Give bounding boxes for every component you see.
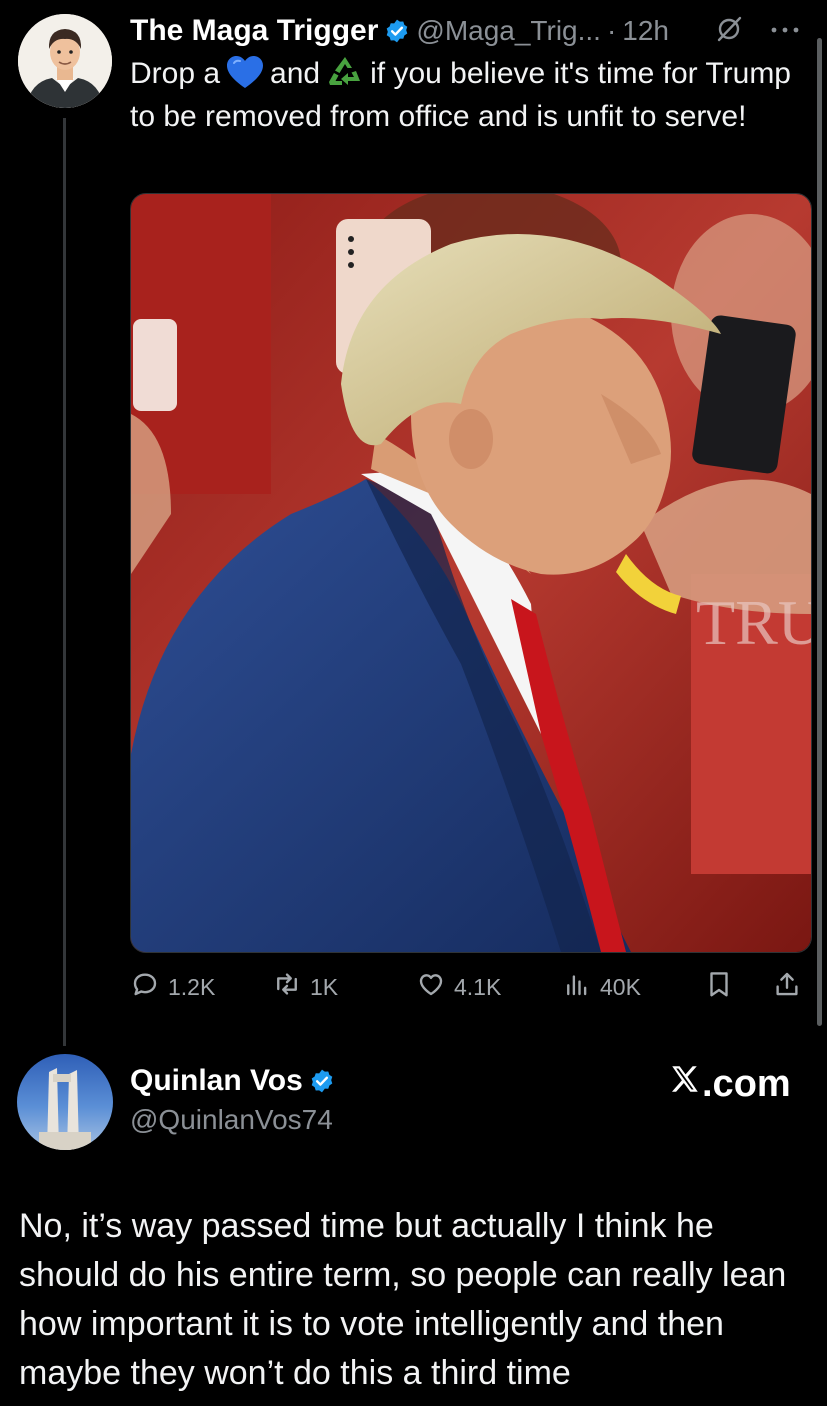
analytics-icon — [562, 969, 592, 1005]
verified-badge-icon — [309, 1068, 335, 1094]
svg-text:TRU: TRU — [696, 587, 811, 658]
post-text-part1: Drop a — [130, 57, 221, 90]
tweet-header: The Maga Trigger @Maga_Trig... · 12h — [130, 10, 669, 52]
reply-icon — [130, 969, 160, 1005]
reply-text: No, it’s way passed time but actually I … — [19, 1207, 787, 1392]
blue-heart-icon — [226, 55, 264, 89]
avatar[interactable] — [17, 1054, 113, 1150]
engagement-bar: 1.2K 1K 4.1K 40K — [130, 965, 810, 1009]
grok-slash-icon[interactable] — [714, 14, 744, 49]
reply-button[interactable]: 1.2K — [130, 965, 215, 1009]
more-options-icon[interactable] — [770, 22, 800, 40]
repost-button[interactable]: 1K — [272, 965, 338, 1009]
share-icon — [772, 969, 802, 1005]
avatar[interactable] — [18, 14, 112, 108]
author-name[interactable]: Quinlan Vos — [130, 1064, 303, 1098]
like-count: 4.1K — [454, 973, 502, 1000]
thread-connector-line — [63, 118, 66, 1046]
verified-badge-icon — [384, 18, 410, 44]
author-handle[interactable]: @QuinlanVos74 — [130, 1104, 335, 1136]
post-text: Drop a and if you believe it's time for Tr… — [130, 52, 810, 138]
reply-count: 1.2K — [168, 973, 216, 1000]
repost-icon — [272, 969, 302, 1005]
bookmark-button[interactable] — [704, 965, 734, 1009]
bookmark-icon — [704, 969, 734, 1005]
heart-icon — [416, 969, 446, 1005]
post-time[interactable]: 12h — [622, 15, 669, 47]
x-logo-icon — [668, 1062, 702, 1106]
post-text-part2: and — [270, 57, 321, 90]
recycle-icon — [326, 55, 364, 89]
scrollbar[interactable] — [817, 38, 822, 1026]
share-button[interactable] — [772, 965, 802, 1009]
meta-separator: · — [606, 15, 617, 46]
post-image[interactable]: TRU — [130, 193, 812, 953]
x-com-source[interactable]: .com — [668, 1062, 791, 1106]
source-domain: .com — [702, 1062, 791, 1105]
author-name[interactable]: The Maga Trigger — [130, 14, 378, 48]
view-count: 40K — [600, 973, 641, 1000]
views-button[interactable]: 40K — [562, 965, 641, 1009]
reply-header: Quinlan Vos @QuinlanVos74 — [130, 1064, 335, 1136]
repost-count: 1K — [310, 973, 339, 1000]
author-handle[interactable]: @Maga_Trig... — [416, 15, 601, 47]
like-button[interactable]: 4.1K — [416, 965, 501, 1009]
